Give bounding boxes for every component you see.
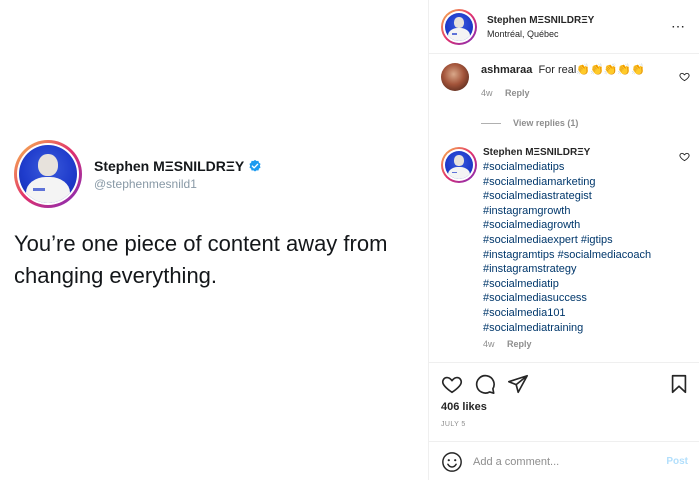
tweet-author-name: Stephen MΞSNILDRΞY xyxy=(94,157,245,174)
bookmark-icon[interactable] xyxy=(668,373,690,395)
post-image[interactable]: Stephen MΞSNILDRΞY @stephenmesnild1 You’… xyxy=(0,0,428,480)
hashtag-link[interactable]: #instagramtips #socialmediacoach xyxy=(483,248,651,263)
hashtag-list: #socialmediatips #socialmediamarketing #… xyxy=(483,160,651,335)
tweet-header: Stephen MΞSNILDRΞY @stephenmesnild1 xyxy=(14,140,262,208)
comment-bubble-icon[interactable] xyxy=(474,373,496,395)
comments-panel: Stephen MΞSNILDRΞY Montréal, Québec ⋯ as… xyxy=(428,0,699,480)
heart-icon[interactable] xyxy=(441,373,463,395)
caption-age[interactable]: 4w xyxy=(483,339,495,349)
view-replies-label: View replies (1) xyxy=(513,118,579,128)
tweet-handle: @stephenmesnild1 xyxy=(94,176,197,191)
caption-reply-button[interactable]: Reply xyxy=(507,339,532,349)
caption-like-heart-icon[interactable] xyxy=(679,151,690,162)
hashtag-link[interactable]: #instagramstrategy xyxy=(483,262,651,277)
header-username[interactable]: Stephen MΞSNILDRΞY xyxy=(487,15,594,26)
paper-plane-icon[interactable] xyxy=(507,373,529,395)
hashtag-link[interactable]: #socialmediatip xyxy=(483,277,651,292)
hashtag-link[interactable]: #socialmediamarketing xyxy=(483,175,651,190)
caption-username[interactable]: Stephen MΞSNILDRΞY xyxy=(483,147,651,158)
comment-age[interactable]: 4w xyxy=(481,88,493,98)
post-button[interactable]: Post xyxy=(666,456,688,467)
emoji-icon[interactable] xyxy=(441,451,463,473)
hashtag-link[interactable]: #socialmediastrategist xyxy=(483,189,651,204)
hashtag-link[interactable]: #socialmediatraining xyxy=(483,321,651,336)
caption-avatar[interactable] xyxy=(441,147,477,183)
view-replies-divider xyxy=(481,122,501,124)
header-avatar[interactable] xyxy=(441,8,477,45)
hashtag-link[interactable]: #socialmedia101 xyxy=(483,306,651,321)
comment-like-heart-icon[interactable] xyxy=(679,71,690,82)
post-header: Stephen MΞSNILDRΞY Montréal, Québec ⋯ xyxy=(429,0,699,54)
tweet-text: You’re one piece of content away from ch… xyxy=(14,231,388,288)
comment-text: For real👏👏👏👏👏 xyxy=(538,64,645,76)
view-replies-button[interactable]: View replies (1) xyxy=(481,118,578,128)
tweet-avatar xyxy=(14,140,82,208)
actions-bar: 406 likes JULY 5 Post xyxy=(429,362,699,480)
caption-item: Stephen MΞSNILDRΞY #socialmediatips #soc… xyxy=(441,147,651,349)
commenter-avatar[interactable] xyxy=(441,63,469,91)
comments-list[interactable]: ashmaraa For real👏👏👏👏👏 4w Reply View rep… xyxy=(429,55,699,362)
comment-reply-button[interactable]: Reply xyxy=(505,88,530,98)
hashtag-link[interactable]: #socialmediaexpert #igtips xyxy=(483,233,651,248)
comment-username[interactable]: ashmaraa xyxy=(481,64,532,76)
hashtag-link[interactable]: #socialmediatips xyxy=(483,160,651,175)
add-comment-bar: Post xyxy=(429,441,699,480)
more-icon[interactable]: ⋯ xyxy=(671,18,686,35)
header-location[interactable]: Montréal, Québec xyxy=(487,29,594,39)
post-date[interactable]: JULY 5 xyxy=(441,421,466,428)
hashtag-link[interactable]: #socialmediagrowth xyxy=(483,218,651,233)
hashtag-link[interactable]: #instagramgrowth xyxy=(483,204,651,219)
verified-badge-icon xyxy=(248,159,262,173)
hashtag-link[interactable]: #socialmediasuccess xyxy=(483,291,651,306)
likes-count[interactable]: 406 likes xyxy=(441,401,487,413)
comment-input[interactable] xyxy=(473,455,653,468)
tweet-names: Stephen MΞSNILDRΞY @stephenmesnild1 xyxy=(94,158,262,191)
comment-item: ashmaraa For real👏👏👏👏👏 4w Reply xyxy=(441,63,645,98)
